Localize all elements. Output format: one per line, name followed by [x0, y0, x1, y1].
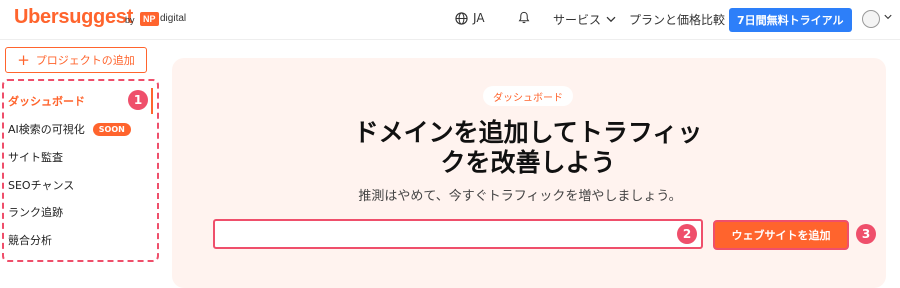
brand-np-mark: NP: [140, 12, 159, 26]
globe-icon: [455, 11, 468, 25]
sidebar-item-competitor-analysis[interactable]: 競合分析: [8, 232, 52, 248]
add-website-button[interactable]: ウェブサイトを追加: [713, 220, 849, 250]
plus-icon: +: [17, 50, 30, 69]
title-line-2: クを改善しよう: [440, 148, 616, 177]
sidebar-item-ai-visibility[interactable]: AI検索の可視化 SOON: [8, 121, 131, 137]
language-label: JA: [473, 11, 485, 25]
top-bar: Ubersuggest by NP digital JA サービス プランと価格…: [0, 0, 900, 40]
brand-digital: digital: [160, 13, 187, 24]
sidebar-item-dashboard[interactable]: ダッシュボード: [8, 93, 85, 109]
chevron-down-icon: [606, 16, 616, 23]
annotation-badge-1: 1: [128, 90, 148, 110]
soon-badge: SOON: [92, 122, 131, 136]
sidebar-item-rank-tracking[interactable]: ランク追跡: [8, 204, 63, 220]
language-selector[interactable]: JA: [455, 11, 485, 25]
title-line-1: ドメインを追加してトラフィッ: [353, 118, 703, 147]
sidebar-item-label: ランク追跡: [8, 206, 63, 219]
brand-logo[interactable]: Ubersuggest: [14, 6, 133, 29]
sidebar-item-seo-opportunities[interactable]: SEOチャンス: [8, 177, 74, 193]
sidebar-item-site-audit[interactable]: サイト監査: [8, 149, 63, 165]
page-title: ドメインを追加してトラフィッ クを改善しよう: [318, 118, 738, 178]
page-subtitle: 推測はやめて、今すぐトラフィックを増やしましょう。: [358, 189, 682, 204]
annotation-badge-3: 3: [856, 224, 876, 244]
free-trial-button[interactable]: 7日間無料トライアル: [729, 8, 852, 32]
section-pill: ダッシュボード: [483, 86, 573, 106]
services-menu[interactable]: サービス: [553, 11, 616, 28]
website-input[interactable]: [213, 219, 703, 249]
sidebar-item-label: 競合分析: [8, 234, 52, 247]
notifications-button[interactable]: [518, 11, 530, 24]
bell-icon: [518, 11, 530, 24]
services-label: サービス: [553, 13, 602, 27]
active-indicator: [151, 88, 153, 114]
sidebar-item-label: AI検索の可視化: [8, 123, 85, 136]
sidebar-item-label: サイト監査: [8, 151, 63, 164]
account-chevron-icon[interactable]: [884, 13, 892, 23]
sidebar-item-label: SEOチャンス: [8, 179, 75, 192]
add-project-button[interactable]: + プロジェクトの追加: [5, 47, 147, 73]
avatar[interactable]: [862, 10, 880, 28]
pricing-link[interactable]: プランと価格比較: [629, 11, 725, 28]
sidebar-item-label: ダッシュボード: [8, 95, 85, 108]
add-project-label: プロジェクトの追加: [35, 54, 135, 67]
annotation-badge-2: 2: [677, 224, 697, 244]
brand-by: by: [125, 15, 135, 25]
